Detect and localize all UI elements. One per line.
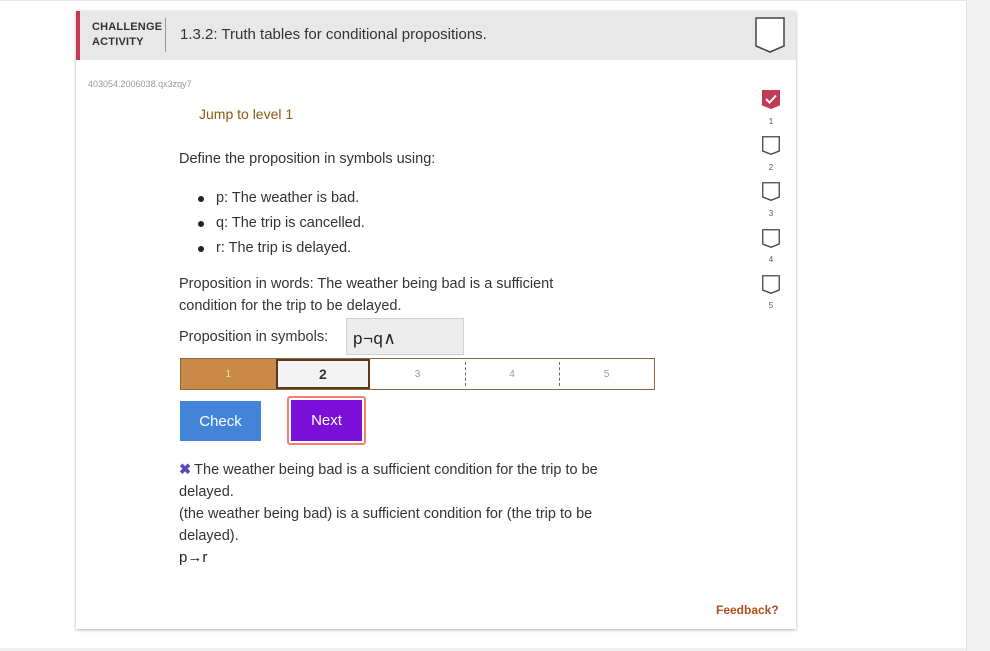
activity-type-label: CHALLENGE ACTIVITY: [92, 21, 163, 48]
progress-label-5: 5: [768, 301, 774, 310]
progress-label-1: 1: [768, 117, 774, 126]
header-accent-bar: [76, 11, 80, 60]
symbols-input-value: p¬q∧: [353, 329, 397, 348]
feedback-line-2: (the weather being bad) is a sufficient …: [179, 506, 593, 544]
definition-list: p: The weather is bad. q: The trip is ca…: [179, 186, 365, 261]
level-5: 5: [559, 359, 654, 389]
activity-header: CHALLENGE ACTIVITY 1.3.2: Truth tables f…: [76, 11, 796, 60]
level-3: 3: [414, 368, 421, 380]
symbols-input[interactable]: p¬q∧: [346, 318, 464, 355]
top-border: [0, 0, 966, 1]
level-4: 4: [464, 359, 560, 389]
progress-label-2: 2: [768, 163, 774, 172]
scrollbar-track[interactable]: [966, 0, 990, 651]
pentagon-badge-icon: [755, 17, 785, 53]
header-divider: [165, 18, 166, 52]
x-mark-icon: ✖: [179, 462, 192, 478]
progress-badge-icon[interactable]: [762, 229, 780, 248]
progress-badge-icon[interactable]: [762, 136, 780, 155]
activity-code: 403054.2006038.qx3zqy7: [88, 79, 192, 89]
progress-badge-icon[interactable]: [762, 275, 780, 294]
expected-answer: p→r: [179, 549, 208, 566]
level-bar: 1 2 3 4 5: [180, 358, 655, 390]
activity-title: 1.3.2: Truth tables for conditional prop…: [180, 26, 487, 43]
symbols-label: Proposition in symbols:: [179, 329, 329, 345]
level-1[interactable]: 1: [181, 359, 276, 389]
checkmark-icon[interactable]: [762, 90, 780, 109]
feedback-link[interactable]: Feedback?: [716, 603, 779, 617]
definition-item: p: The weather is bad.: [179, 186, 365, 211]
progress-label-4: 4: [768, 255, 774, 264]
feedback-explanation: ✖ The weather being bad is a sufficient c…: [179, 459, 649, 547]
challenge-activity-card: CHALLENGE ACTIVITY 1.3.2: Truth tables f…: [76, 11, 796, 629]
definition-item: q: The trip is cancelled.: [179, 211, 365, 236]
definition-item: r: The trip is delayed.: [179, 236, 365, 261]
level-2[interactable]: 2: [275, 359, 371, 389]
next-button[interactable]: Next: [291, 400, 362, 441]
feedback-line-1: The weather being bad is a sufficient co…: [179, 462, 598, 500]
proposition-in-words: Proposition in words: The weather being …: [179, 276, 554, 314]
progress-badge-icon[interactable]: [762, 182, 780, 201]
progress-label-3: 3: [768, 209, 774, 218]
check-button[interactable]: Check: [180, 401, 261, 441]
jump-to-level-link[interactable]: Jump to level 1: [199, 106, 293, 122]
question-prompt: Define the proposition in symbols using:: [179, 151, 436, 167]
